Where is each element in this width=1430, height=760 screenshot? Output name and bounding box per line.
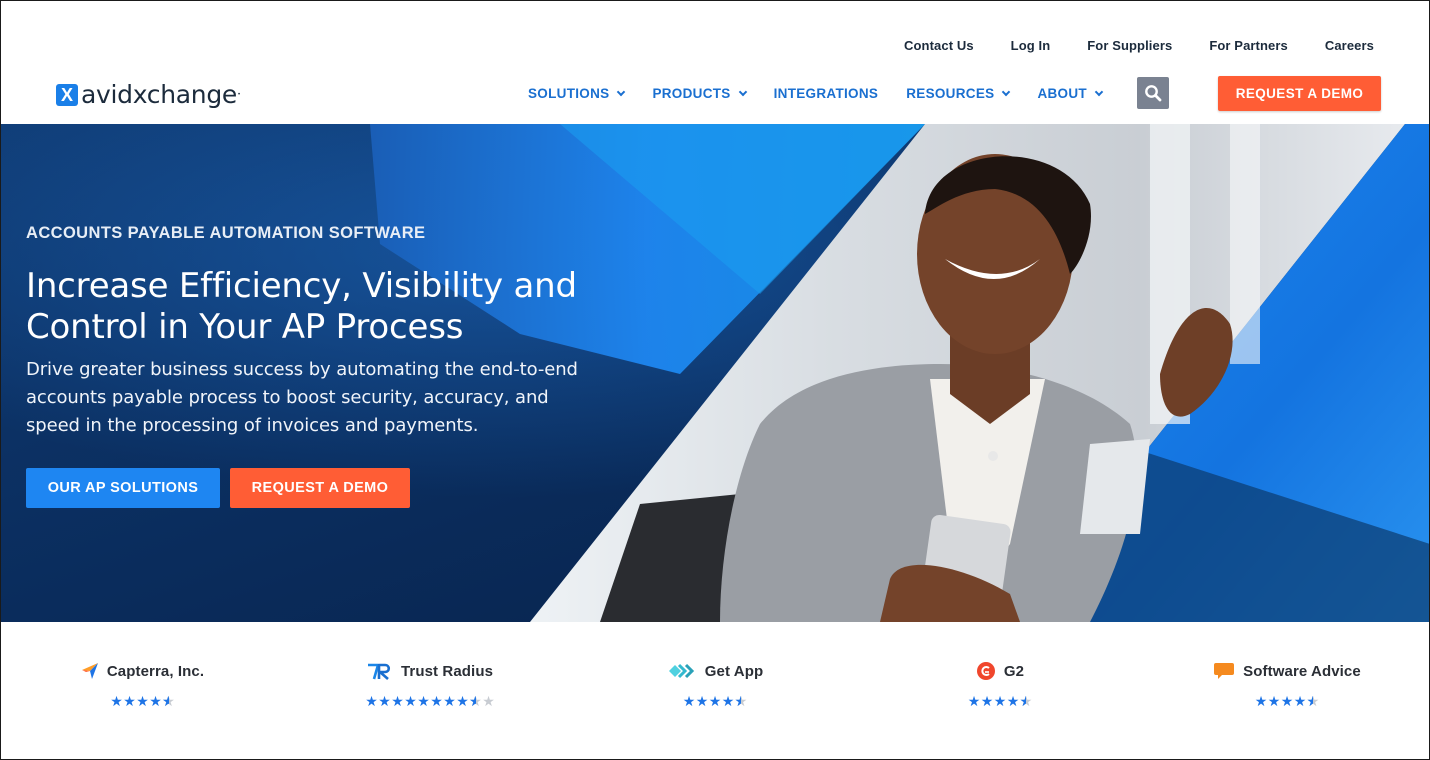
request-demo-button-hero[interactable]: REQUEST A DEMO [230,468,410,508]
star-icon: ★ [735,694,748,708]
star-rating: ★ ★ ★ ★ ★ [110,694,175,708]
nav-item-solutions[interactable]: SOLUTIONS [528,86,626,101]
star-rating: ★ ★ ★ ★ ★ [968,694,1033,708]
utility-nav: Contact Us Log In For Suppliers For Part… [867,38,1374,53]
trademark-dot: • [238,91,241,98]
hero-banner: ACCOUNTS PAYABLE AUTOMATION SOFTWARE Inc… [0,124,1430,622]
star-icon: ★ [482,693,495,709]
star-icon: ★ [443,693,456,709]
nav-item-about[interactable]: ABOUT [1037,86,1104,101]
capterra-icon [81,663,98,679]
logo-wordmark: avidxchange [81,80,237,109]
rating-header: Get App [667,660,763,682]
headline-line-1: Increase Efficiency, Visibility and [26,266,577,306]
star-icon: ★ [682,693,696,709]
star-rating: ★ ★ ★ ★ ★ [1255,694,1320,708]
chevron-down-icon [738,87,747,96]
request-demo-button-header[interactable]: REQUEST A DEMO [1218,76,1381,111]
ratings-strip: Capterra, Inc. ★★★★★ Trust Radius ★★★★★★… [0,622,1430,760]
nav-item-resources[interactable]: RESOURCES [906,86,1011,101]
main-nav: SOLUTIONS PRODUCTS INTEGRATIONS RESOURCE… [528,86,1130,101]
hero-headline: Increase Efficiency, Visibility and Cont… [26,266,626,348]
rating-source-name: Trust Radius [400,662,494,680]
our-ap-solutions-button[interactable]: OUR AP SOLUTIONS [26,468,220,508]
star-icon: ★ [123,693,136,709]
star-icon: ★ [456,693,469,709]
star-icon: ★ [1307,694,1320,708]
getapp-icon [668,663,694,679]
search-button[interactable] [1137,77,1169,109]
star-icon: ★ [1020,694,1033,708]
star-icon: ★ [417,693,430,709]
utility-link-careers[interactable]: Careers [1325,38,1374,53]
rating-capterra[interactable]: Capterra, Inc. ★ ★ ★ ★ ★ [80,660,205,708]
brand-logo[interactable]: X avidxchange • [56,80,240,109]
logo-x-icon: X [56,83,78,106]
rating-header: Software Advice [1213,660,1361,682]
star-icon: ★ [967,693,981,709]
hero-eyebrow: ACCOUNTS PAYABLE AUTOMATION SOFTWARE [26,224,426,242]
utility-link-for-partners[interactable]: For Partners [1209,38,1288,53]
star-icon: ★ [469,694,482,708]
nav-label: RESOURCES [906,86,995,101]
star-icon: ★ [391,693,404,709]
star-icon: ★ [1280,693,1294,709]
chevron-down-icon [1094,87,1104,96]
rating-source-name: Capterra, Inc. [106,662,205,680]
star-rating: ★ ★ ★ ★ ★ ★ ★ ★ ★ ★ [365,694,495,708]
hero-content: ACCOUNTS PAYABLE AUTOMATION SOFTWARE Inc… [26,224,626,440]
rating-software-advice[interactable]: Software Advice ★ ★ ★ ★ ★ [1212,660,1362,708]
utility-link-log-in[interactable]: Log In [1011,38,1051,53]
g2-icon [976,662,995,680]
star-icon: ★ [404,693,417,709]
rating-trustradius[interactable]: Trust Radius ★ ★ ★ ★ ★ ★ ★ ★ ★ ★ [360,660,500,709]
star-icon: ★ [721,693,735,709]
star-icon: ★ [695,693,709,709]
utility-link-contact-us[interactable]: Contact Us [904,38,974,53]
star-icon: ★ [110,693,123,709]
chevron-down-icon [617,87,626,96]
rating-getapp[interactable]: Get App ★ ★ ★ ★ ★ [665,660,765,708]
nav-label: PRODUCTS [652,86,731,101]
rating-g2[interactable]: G2 ★ ★ ★ ★ ★ [965,660,1035,708]
hero-cta-group: OUR AP SOLUTIONS REQUEST A DEMO [26,468,410,508]
nav-label: SOLUTIONS [528,86,610,101]
nav-item-products[interactable]: PRODUCTS [652,86,747,101]
nav-item-integrations[interactable]: INTEGRATIONS [774,86,879,101]
headline-line-2: Control in Your AP Process [26,307,464,347]
rating-header: G2 [976,660,1024,682]
star-icon: ★ [1254,693,1268,709]
star-icon: ★ [136,693,149,709]
rating-header: Capterra, Inc. [81,660,204,682]
star-icon: ★ [1293,693,1307,709]
star-icon: ★ [980,693,994,709]
rating-source-name: Software Advice [1243,662,1361,680]
star-icon: ★ [993,693,1007,709]
star-icon: ★ [378,693,391,709]
search-icon [1145,85,1162,102]
softwareadvice-icon [1214,663,1235,679]
hero-subtext: Drive greater business success by automa… [26,359,578,436]
chevron-down-icon [1002,87,1011,96]
trustradius-icon [367,663,390,680]
rating-header: Trust Radius [367,660,493,682]
star-icon: ★ [365,693,378,709]
star-icon: ★ [149,693,162,709]
star-icon: ★ [708,693,722,709]
nav-label: ABOUT [1037,86,1087,101]
star-icon: ★ [1267,693,1281,709]
utility-link-for-suppliers[interactable]: For Suppliers [1087,38,1172,53]
star-icon: ★ [430,693,443,709]
star-rating: ★ ★ ★ ★ ★ [683,694,748,708]
site-header: Contact Us Log In For Suppliers For Part… [0,0,1430,124]
nav-label: INTEGRATIONS [773,86,879,101]
star-icon: ★ [162,694,175,708]
rating-source-name: G2 [1003,662,1025,680]
star-icon: ★ [1006,693,1020,709]
rating-source-name: Get App [704,662,764,680]
